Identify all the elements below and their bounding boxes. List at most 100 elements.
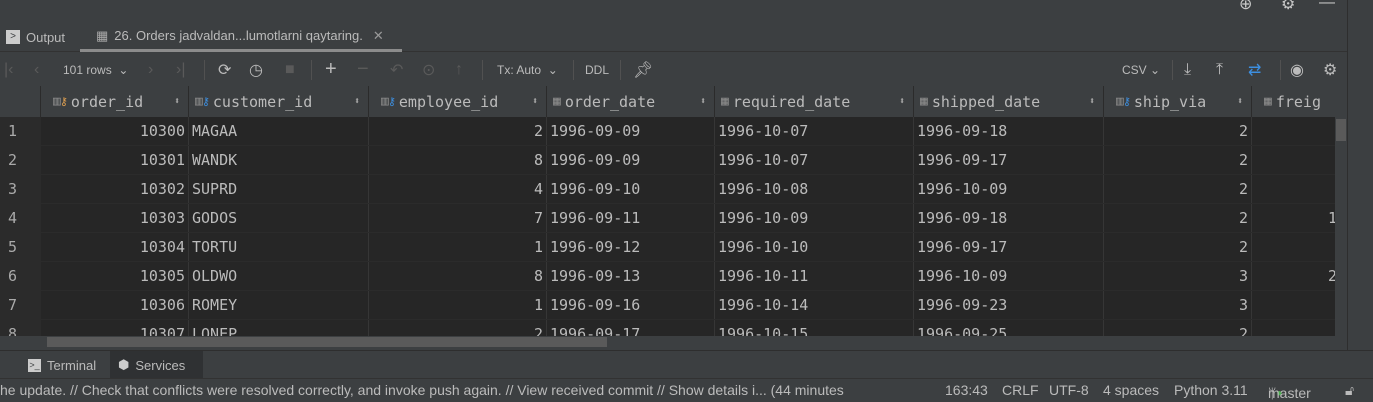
cell-order-id[interactable]: 10300 (41, 117, 189, 145)
cell-freight[interactable] (1252, 117, 1335, 145)
cell-employee-id[interactable]: 1 (369, 291, 547, 319)
cell-ship-via[interactable]: 3 (1104, 262, 1252, 290)
cell-employee-id[interactable]: 8 (369, 146, 547, 174)
sort-icon[interactable]: ⬍ (354, 96, 360, 107)
cell-customer-id[interactable]: GODOS (189, 204, 369, 232)
sort-icon[interactable]: ⬍ (899, 96, 905, 107)
cell-required-date[interactable]: 1996-10-09 (715, 204, 914, 232)
cell-order-id[interactable]: 10304 (41, 233, 189, 261)
export-format-dropdown[interactable]: CSV ⌄ (1122, 53, 1160, 86)
row-number[interactable]: 8 (0, 320, 41, 336)
row-number[interactable]: 4 (0, 204, 41, 232)
cell-required-date[interactable]: 1996-10-07 (715, 146, 914, 174)
sort-icon[interactable]: ⬍ (1237, 96, 1243, 107)
tab-query-result[interactable]: ▦ 26. Orders jadvaldan...lumotlarni qayt… (80, 22, 402, 52)
transaction-mode-dropdown[interactable]: Tx: Auto ⌄ (497, 53, 558, 86)
compare-icon[interactable]: ⇄ (1248, 53, 1261, 86)
cell-freight[interactable]: 1 (1252, 204, 1335, 232)
column-header-ship-via[interactable]: ▥ ⚷ ship_via ⬍ (1104, 86, 1252, 117)
column-header-required-date[interactable]: ▦ required_date ⬍ (715, 86, 914, 117)
row-number[interactable]: 5 (0, 233, 41, 261)
history-icon[interactable]: ◷ (249, 53, 263, 86)
cell-employee-id[interactable]: 2 (369, 117, 547, 145)
cell-ship-via[interactable]: 2 (1104, 146, 1252, 174)
cell-customer-id[interactable]: ROMEY (189, 291, 369, 319)
cell-ship-via[interactable]: 2 (1104, 320, 1252, 336)
cell-ship-via[interactable]: 3 (1104, 291, 1252, 319)
upload-icon[interactable]: ⤒ (1216, 53, 1223, 86)
cell-required-date[interactable]: 1996-10-07 (715, 117, 914, 145)
cell-shipped-date[interactable]: 1996-10-09 (914, 175, 1104, 203)
close-icon[interactable]: ✕ (373, 28, 384, 44)
cell-order-date[interactable]: 1996-09-13 (547, 262, 715, 290)
row-number[interactable]: 3 (0, 175, 41, 203)
horizontal-scrollbar[interactable] (41, 336, 1335, 348)
cell-ship-via[interactable]: 2 (1104, 204, 1252, 232)
minimize-icon[interactable]: — (1319, 0, 1335, 12)
cell-freight[interactable] (1252, 320, 1335, 336)
last-page-icon[interactable]: ›| (176, 53, 185, 86)
cell-order-date[interactable]: 1996-09-16 (547, 291, 715, 319)
cell-shipped-date[interactable]: 1996-09-23 (914, 291, 1104, 319)
prev-page-icon[interactable]: ‹ (34, 53, 39, 86)
lock-icon[interactable]: 🔓︎ (1345, 382, 1354, 399)
download-icon[interactable]: ⤓ (1184, 53, 1191, 86)
add-row-icon[interactable]: + (325, 53, 337, 86)
refresh-icon[interactable]: ⟳ (218, 53, 231, 86)
cell-order-date[interactable]: 1996-09-11 (547, 204, 715, 232)
python-interpreter[interactable]: Python 3.11 (1174, 382, 1248, 398)
sort-icon[interactable]: ⬍ (700, 96, 706, 107)
cell-freight[interactable] (1252, 233, 1335, 261)
cell-shipped-date[interactable]: 1996-09-25 (914, 320, 1104, 336)
column-header-customer-id[interactable]: ▥ ⚷ customer_id ⬍ (189, 86, 369, 117)
ddl-button[interactable]: DDL (585, 53, 609, 86)
cell-shipped-date[interactable]: 1996-10-09 (914, 262, 1104, 290)
cell-order-date[interactable]: 1996-09-17 (547, 320, 715, 336)
cell-order-id[interactable]: 10302 (41, 175, 189, 203)
column-header-order-id[interactable]: ▥ ⚷ order_id ⬍ (41, 86, 189, 117)
globe-icon[interactable]: ⊕ (1239, 0, 1252, 14)
gear-icon[interactable]: ⚙ (1281, 0, 1295, 14)
view-icon[interactable]: ◉ (1290, 53, 1304, 86)
stop-icon[interactable]: ■ (285, 53, 295, 86)
pin-icon[interactable]: 📌︎ (633, 53, 653, 86)
cell-customer-id[interactable]: SUPRD (189, 175, 369, 203)
cell-order-date[interactable]: 1996-09-09 (547, 117, 715, 145)
column-header-shipped-date[interactable]: ▦ shipped_date ⬍ (914, 86, 1104, 117)
cell-order-id[interactable]: 10305 (41, 262, 189, 290)
file-encoding[interactable]: UTF-8 (1049, 382, 1089, 398)
cell-customer-id[interactable]: WANDK (189, 146, 369, 174)
cell-order-date[interactable]: 1996-09-10 (547, 175, 715, 203)
cell-shipped-date[interactable]: 1996-09-17 (914, 233, 1104, 261)
cell-customer-id[interactable]: TORTU (189, 233, 369, 261)
cell-required-date[interactable]: 1996-10-15 (715, 320, 914, 336)
cell-employee-id[interactable]: 2 (369, 320, 547, 336)
cell-shipped-date[interactable]: 1996-09-18 (914, 204, 1104, 232)
cell-required-date[interactable]: 1996-10-10 (715, 233, 914, 261)
indent-setting[interactable]: 4 spaces (1103, 382, 1159, 398)
preview-changes-icon[interactable]: ⊙ (422, 53, 435, 86)
row-number[interactable]: 7 (0, 291, 41, 319)
cell-ship-via[interactable]: 2 (1104, 117, 1252, 145)
column-header-order-date[interactable]: ▦ order_date ⬍ (547, 86, 715, 117)
cell-freight[interactable] (1252, 175, 1335, 203)
cell-customer-id[interactable]: LONEP (189, 320, 369, 336)
cell-shipped-date[interactable]: 1996-09-17 (914, 146, 1104, 174)
status-message[interactable]: he update. // Check that conflicts were … (0, 382, 844, 398)
cell-order-date[interactable]: 1996-09-09 (547, 146, 715, 174)
column-header-employee-id[interactable]: ▥ ⚷ employee_id ⬍ (369, 86, 547, 117)
tab-services[interactable]: ⬢ Services (110, 351, 203, 379)
cell-employee-id[interactable]: 1 (369, 233, 547, 261)
vertical-scroll-thumb[interactable] (1336, 119, 1346, 141)
cell-order-date[interactable]: 1996-09-12 (547, 233, 715, 261)
cell-freight[interactable] (1252, 291, 1335, 319)
cell-order-id[interactable]: 10301 (41, 146, 189, 174)
cell-employee-id[interactable]: 8 (369, 262, 547, 290)
vertical-scrollbar[interactable] (1335, 117, 1347, 348)
submit-icon[interactable]: ↑ (455, 53, 463, 86)
cursor-position[interactable]: 163:43 (945, 382, 988, 398)
row-number[interactable]: 6 (0, 262, 41, 290)
sort-icon[interactable]: ⬍ (174, 96, 180, 107)
cell-freight[interactable] (1252, 146, 1335, 174)
row-number[interactable]: 1 (0, 117, 41, 145)
